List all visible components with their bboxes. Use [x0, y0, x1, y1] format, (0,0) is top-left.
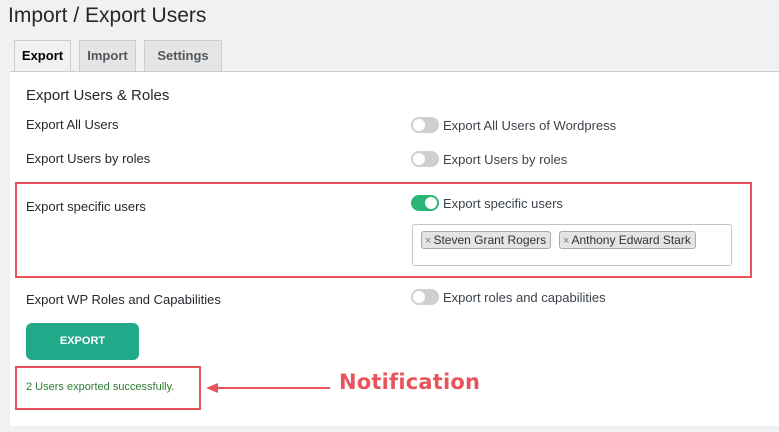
- row-label-export-users-by-roles: Export Users by roles: [26, 151, 151, 166]
- row-label-export-specific-users: Export specific users: [26, 199, 146, 214]
- remove-icon[interactable]: ×: [563, 235, 569, 247]
- toggle-knob: [413, 153, 425, 165]
- toggle-switch[interactable]: [411, 195, 439, 211]
- user-chip[interactable]: × Steven Grant Rogers: [421, 231, 552, 249]
- user-chip[interactable]: × Anthony Edward Stark: [559, 231, 696, 249]
- toggle-label: Export All Users of Wordpress: [443, 117, 617, 133]
- row-label-export-wp-roles: Export WP Roles and Capabilities: [26, 292, 221, 307]
- toggle-export-roles-capabilities[interactable]: Export roles and capabilities: [411, 289, 606, 305]
- page-title: Import / Export Users: [8, 4, 207, 27]
- success-notice: 2 Users exported successfully.: [26, 381, 175, 393]
- tab-settings[interactable]: Settings: [144, 40, 222, 71]
- remove-icon[interactable]: ×: [425, 235, 431, 247]
- user-chip-label: Anthony Edward Stark: [571, 233, 691, 247]
- toggle-knob: [413, 119, 425, 131]
- export-button[interactable]: EXPORT: [26, 323, 139, 360]
- toggle-knob: [425, 197, 437, 209]
- toggle-knob: [413, 291, 425, 303]
- toggle-export-users-by-roles[interactable]: Export Users by roles: [411, 151, 567, 167]
- toggle-switch[interactable]: [411, 117, 439, 133]
- row-label-export-all-users: Export All Users: [26, 117, 119, 132]
- toggle-label: Export Users by roles: [443, 151, 568, 167]
- tab-import[interactable]: Import: [79, 40, 136, 71]
- annotation-label: Notification: [339, 370, 481, 394]
- section-title: Export Users & Roles: [26, 87, 170, 104]
- toggle-export-all-users[interactable]: Export All Users of Wordpress: [411, 117, 616, 133]
- arrow-left-icon: [206, 383, 330, 393]
- toggle-switch[interactable]: [411, 151, 439, 167]
- user-chip-label: Steven Grant Rogers: [433, 233, 547, 247]
- toggle-label: Export roles and capabilities: [443, 289, 606, 305]
- user-select-input[interactable]: × Steven Grant Rogers × Anthony Edward Sta…: [412, 224, 732, 266]
- toggle-label: Export specific users: [443, 195, 563, 211]
- toggle-export-specific-users[interactable]: Export specific users: [411, 195, 563, 211]
- tab-export[interactable]: Export: [14, 40, 71, 72]
- toggle-switch[interactable]: [411, 289, 439, 305]
